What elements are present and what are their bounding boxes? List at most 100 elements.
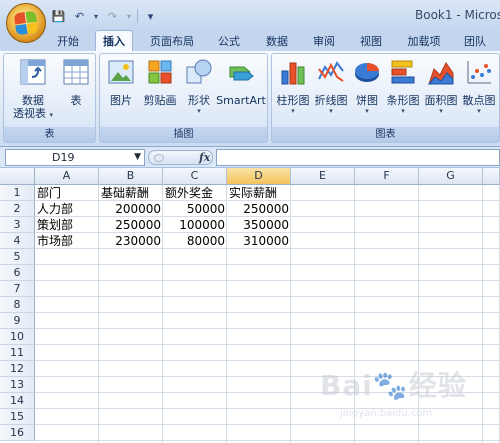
row-header-13[interactable]: 13 xyxy=(0,377,35,393)
pivot-dropdown-icon: ▾ xyxy=(49,111,53,119)
gridline-row xyxy=(35,264,500,265)
column-header-overflow[interactable] xyxy=(483,168,500,185)
table-button[interactable]: 表 xyxy=(59,57,93,107)
row-header-14[interactable]: 14 xyxy=(0,393,35,409)
ribbon: 数据 透视表 ▾ 表 表 图片 剪贴画 形状 ▾ SmartArt 插图 柱形图… xyxy=(0,51,500,147)
column-header-b[interactable]: B xyxy=(99,168,163,185)
row-header-8[interactable]: 8 xyxy=(0,297,35,313)
pivot-table-icon xyxy=(20,59,46,85)
row-header-4[interactable]: 4 xyxy=(0,233,35,249)
pie-chart-icon xyxy=(355,63,379,82)
gridline-row xyxy=(35,328,500,329)
bar-chart-icon xyxy=(391,60,415,84)
column-header-c[interactable]: C xyxy=(163,168,227,185)
cell-b1[interactable]: 基础薪酬 xyxy=(99,185,163,201)
row-header-16[interactable]: 16 xyxy=(0,425,35,441)
column-chart-button[interactable]: 柱形图 ▾ xyxy=(274,57,312,115)
row-header-7[interactable]: 7 xyxy=(0,281,35,297)
shapes-button[interactable]: 形状 ▾ xyxy=(182,57,216,115)
charts-group: 柱形图 ▾ 折线图 ▾ 饼图 ▾ 条形图 ▾ 面积图 ▾ 散点图 ▾ 图表 xyxy=(271,53,500,143)
cell-d1[interactable]: 实际薪酬 xyxy=(227,185,291,201)
column-header-f[interactable]: F xyxy=(355,168,419,185)
gridline-row xyxy=(35,280,500,281)
row-header-6[interactable]: 6 xyxy=(0,265,35,281)
pie-chart-button[interactable]: 饼图 ▾ xyxy=(350,57,384,115)
formula-collapse-icon[interactable] xyxy=(154,154,164,162)
tab-view[interactable]: 视图 xyxy=(352,31,390,51)
clipart-label: 剪贴画 xyxy=(143,94,177,107)
cell-d4[interactable]: 310000 xyxy=(227,233,291,249)
area-chart-dropdown-icon: ▾ xyxy=(439,107,443,115)
row-header-15[interactable]: 15 xyxy=(0,409,35,425)
cell-c3[interactable]: 100000 xyxy=(163,217,227,233)
column-header-e[interactable]: E xyxy=(291,168,355,185)
cell-c2[interactable]: 50000 xyxy=(163,201,227,217)
pivot-label-2: 透视表 ▾ xyxy=(8,107,58,120)
tab-review[interactable]: 审阅 xyxy=(305,31,343,51)
cell-a3[interactable]: 策划部 xyxy=(35,217,99,233)
line-chart-button[interactable]: 折线图 ▾ xyxy=(312,57,350,115)
row-header-5[interactable]: 5 xyxy=(0,249,35,265)
bar-chart-button[interactable]: 条形图 ▾ xyxy=(384,57,422,115)
area-chart-button[interactable]: 面积图 ▾ xyxy=(422,57,460,115)
cell-a1[interactable]: 部门 xyxy=(35,185,99,201)
row-header-1[interactable]: 1 xyxy=(0,185,35,201)
formula-input[interactable] xyxy=(216,149,500,166)
save-icon[interactable]: 💾 xyxy=(50,8,67,24)
tab-data[interactable]: 数据 xyxy=(258,31,296,51)
tab-insert[interactable]: 插入 xyxy=(95,30,133,51)
tab-formulas[interactable]: 公式 xyxy=(210,31,248,51)
insert-function-icon[interactable]: fx xyxy=(199,151,210,164)
row-header-10[interactable]: 10 xyxy=(0,329,35,345)
table-group: 数据 透视表 ▾ 表 表 xyxy=(3,53,96,143)
title-bar: 💾 ↶ ▾ ↷ ▾ ▾ Book1 - Micros xyxy=(0,0,500,30)
cell-b4[interactable]: 230000 xyxy=(99,233,163,249)
cell-a4[interactable]: 市场部 xyxy=(35,233,99,249)
tab-page-layout[interactable]: 页面布局 xyxy=(143,31,201,51)
redo-dropdown-icon[interactable]: ▾ xyxy=(125,8,133,24)
pivot-table-button[interactable]: 数据 透视表 ▾ xyxy=(8,57,58,120)
customize-qat-icon[interactable]: ▾ xyxy=(142,8,159,24)
column-header-g[interactable]: G xyxy=(419,168,483,185)
row-header-11[interactable]: 11 xyxy=(0,345,35,361)
scatter-chart-icon xyxy=(467,61,491,84)
undo-dropdown-icon[interactable]: ▾ xyxy=(92,8,100,24)
bar-chart-label: 条形图 xyxy=(386,94,420,107)
column-header-a[interactable]: A xyxy=(35,168,99,185)
clipart-icon xyxy=(148,60,172,84)
row-header-2[interactable]: 2 xyxy=(0,201,35,217)
cell-d3[interactable]: 350000 xyxy=(227,217,291,233)
line-chart-icon xyxy=(318,61,344,82)
cell-c1[interactable]: 额外奖金 xyxy=(163,185,227,201)
picture-label: 图片 xyxy=(110,94,132,107)
cell-b3[interactable]: 250000 xyxy=(99,217,163,233)
pie-chart-label: 饼图 xyxy=(356,94,378,107)
clipart-button[interactable]: 剪贴画 xyxy=(140,57,180,107)
scatter-chart-button[interactable]: 散点图 ▾ xyxy=(460,57,498,115)
picture-button[interactable]: 图片 xyxy=(104,57,138,107)
cell-d2[interactable]: 250000 xyxy=(227,201,291,217)
tab-team[interactable]: 团队 xyxy=(456,31,494,51)
office-button[interactable] xyxy=(6,3,46,43)
column-header-d[interactable]: D xyxy=(227,168,291,185)
table-label: 表 xyxy=(70,94,82,107)
tab-addins[interactable]: 加载项 xyxy=(400,31,448,51)
cell-b2[interactable]: 200000 xyxy=(99,201,163,217)
redo-icon[interactable]: ↷ xyxy=(104,8,121,24)
select-all-corner[interactable] xyxy=(0,168,35,185)
scatter-chart-dropdown-icon: ▾ xyxy=(477,107,481,115)
row-header-12[interactable]: 12 xyxy=(0,361,35,377)
cell-a2[interactable]: 人力部 xyxy=(35,201,99,217)
cell-c4[interactable]: 80000 xyxy=(163,233,227,249)
row-header-9[interactable]: 9 xyxy=(0,313,35,329)
name-box[interactable]: D19 ▼ xyxy=(5,149,145,166)
undo-icon[interactable]: ↶ xyxy=(71,8,88,24)
smartart-label: SmartArt xyxy=(216,94,266,107)
quick-access-toolbar: 💾 ↶ ▾ ↷ ▾ ▾ xyxy=(50,7,159,25)
pivot-label-2-text: 透视表 xyxy=(12,107,46,120)
row-header-3[interactable]: 3 xyxy=(0,217,35,233)
smartart-button[interactable]: SmartArt xyxy=(216,57,266,107)
tab-home[interactable]: 开始 xyxy=(50,31,86,51)
line-chart-label: 折线图 xyxy=(314,94,348,107)
name-box-dropdown-icon[interactable]: ▼ xyxy=(134,150,141,165)
